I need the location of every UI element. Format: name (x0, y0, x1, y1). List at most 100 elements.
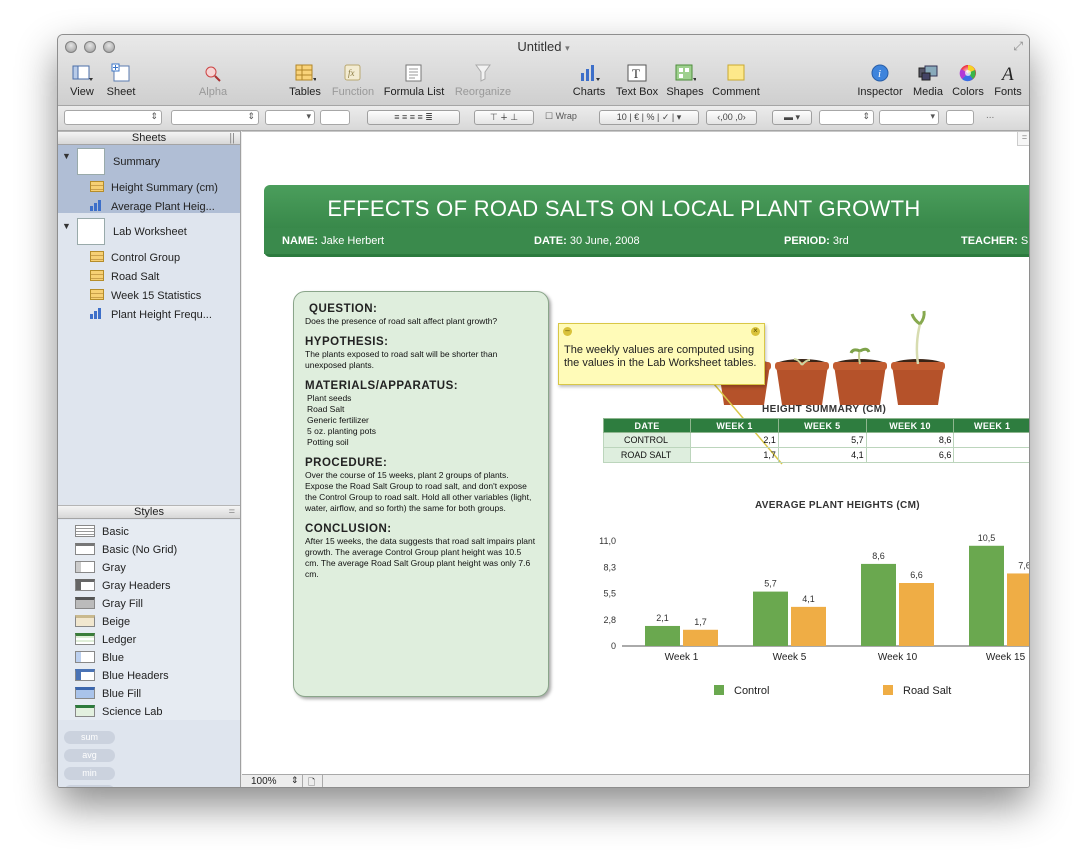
sidebar-item-average-plant-height[interactable]: Average Plant Heig... (90, 200, 215, 213)
sheet-thumbnail-icon (77, 148, 105, 175)
fonts-button[interactable]: A Fonts (990, 63, 1026, 98)
split-view-icon[interactable]: = (1017, 132, 1029, 146)
list-item: Road Salt (307, 404, 345, 414)
alpha-button[interactable]: Alpha (193, 63, 233, 98)
view-button[interactable]: View (64, 63, 100, 98)
more-format-options[interactable]: ... (986, 110, 994, 121)
column-header[interactable]: WEEK 5 (777, 418, 867, 433)
style-basic[interactable]: Basic (75, 525, 129, 538)
comment-button[interactable]: Comment (710, 63, 762, 98)
sidebar-item-height-summary[interactable]: Height Summary (cm) (90, 181, 218, 194)
column-header[interactable]: DATE (602, 418, 692, 433)
style-basic-no-grid[interactable]: Basic (No Grid) (75, 543, 177, 556)
border-color-popup[interactable]: ▾ (879, 110, 939, 125)
text-box-button[interactable]: T Text Box (613, 63, 661, 98)
vertical-alignment-buttons[interactable]: ⊤ ∔ ⊥ (474, 110, 534, 125)
close-comment-icon[interactable]: × (751, 327, 760, 336)
style-beige[interactable]: Beige (75, 615, 130, 628)
collapse-comment-icon[interactable]: – (563, 327, 572, 336)
number-format-buttons[interactable]: 10 | € | % | ✓ | ▾ (599, 110, 699, 125)
column-header[interactable]: WEEK 1 (690, 418, 779, 433)
table-cell[interactable]: 4,1 (777, 447, 867, 463)
font-family-popup[interactable]: ⇕ (171, 110, 259, 125)
document-title: EFFECTS OF ROAD SALTS ON LOCAL PLANT GRO… (327, 196, 921, 221)
decimal-buttons[interactable]: ‹,00 ,0› (706, 110, 757, 125)
legend-swatch (714, 685, 724, 695)
table-cell[interactable]: 6,6 (865, 447, 955, 463)
disclosure-triangle-icon[interactable]: ▼ (62, 151, 71, 161)
title-banner[interactable]: EFFECTS OF ROAD SALTS ON LOCAL PLANT GRO… (264, 185, 1029, 257)
sidebar-item-plant-height-frequency[interactable]: Plant Height Frequ... (90, 308, 212, 321)
media-button[interactable]: Media (910, 63, 946, 98)
column-header[interactable]: WEEK 10 (865, 418, 955, 433)
table-cell[interactable]: 8,6 (865, 432, 955, 448)
list-item: Potting soil (307, 437, 349, 447)
procedure-heading: PROCEDURE: (305, 457, 388, 469)
inspector-button[interactable]: i Inspector (856, 63, 904, 98)
function-max[interactable]: max (64, 785, 115, 787)
style-blue-fill[interactable]: Blue Fill (75, 687, 141, 700)
fullscreen-icon[interactable]: ⤢ (1013, 39, 1023, 54)
page-view-icon[interactable]: 🗋 (308, 775, 315, 787)
style-science-lab[interactable]: Science Lab (75, 705, 163, 718)
procedure-text: Over the course of 15 weeks, plant 2 gro… (305, 470, 532, 513)
sheet-button[interactable]: Sheet (102, 63, 140, 98)
alignment-buttons[interactable]: ≡ ≡ ≡ ≡ ≣ (367, 110, 460, 125)
function-avg[interactable]: avg (64, 749, 115, 762)
colors-button[interactable]: Colors (948, 63, 988, 98)
table-header-row: DATE WEEK 1 WEEK 5 WEEK 10 WEEK 1 (602, 418, 1029, 433)
style-gray-fill[interactable]: Gray Fill (75, 597, 143, 610)
function-button[interactable]: fx Function (330, 63, 376, 98)
hypothesis-text: The plants exposed to road salt will be … (305, 349, 498, 370)
legend-label: Control (734, 685, 769, 697)
table-cell[interactable] (953, 447, 1029, 463)
table-cell[interactable]: 2,1 (690, 432, 779, 448)
tables-button[interactable]: Tables (287, 63, 323, 98)
fill-color-well[interactable] (946, 110, 974, 125)
list-item: Generic fertilizer (307, 415, 369, 425)
sidebar-item-road-salt[interactable]: Road Salt (90, 270, 159, 283)
banner-meta-row: NAME: Jake Herbert DATE: 30 June, 2008 P… (264, 228, 1029, 254)
style-blue-headers[interactable]: Blue Headers (75, 669, 169, 682)
bar-road-salt (683, 629, 718, 646)
pot-4 (891, 310, 945, 405)
shapes-button[interactable]: Shapes (665, 63, 705, 98)
zoom-stepper-icon[interactable]: ⇕ (291, 775, 299, 786)
wrap-checkbox[interactable]: ☐ Wrap (545, 111, 577, 122)
border-width-popup[interactable]: ⇕ (819, 110, 874, 125)
height-summary-table[interactable]: DATE WEEK 1 WEEK 5 WEEK 10 WEEK 1 CONTRO… (602, 418, 1029, 463)
x-tick-label: Week 10 (878, 652, 918, 663)
function-min[interactable]: min (64, 767, 115, 780)
comment-note[interactable]: – × The weekly values are computed using… (558, 323, 765, 385)
table-cell[interactable]: 1,7 (690, 447, 779, 463)
charts-button[interactable]: Charts (570, 63, 608, 98)
formula-list-button[interactable]: Formula List (383, 63, 445, 98)
disclosure-triangle-icon[interactable]: ▼ (62, 221, 71, 231)
sidebar-item-control-group[interactable]: Control Group (90, 251, 180, 264)
table-cell[interactable]: 5,7 (777, 432, 867, 448)
sheet-thumbnail-icon (77, 218, 105, 245)
lab-report-text-box[interactable]: QUESTION: Does the presence of road salt… (293, 291, 549, 697)
average-plant-heights-chart[interactable]: 0 2,8 5,5 8,3 11,0 2,1 1,7 Week 1 5,7 4,1 Week 5 8,… (582, 502, 1030, 722)
table-cell[interactable] (953, 432, 1029, 448)
text-color-well[interactable] (320, 110, 350, 125)
materials-heading: MATERIALS/APPARATUS: (305, 380, 459, 392)
reorganize-button[interactable]: Reorganize (452, 63, 514, 98)
font-size-popup[interactable]: ▾ (265, 110, 315, 125)
style-gray[interactable]: Gray (75, 561, 126, 574)
style-gray-headers[interactable]: Gray Headers (75, 579, 170, 592)
function-sum[interactable]: sum (64, 731, 115, 744)
table-icon (294, 63, 317, 83)
cell-border-popup[interactable]: ▬ ▾ (772, 110, 812, 125)
row-label[interactable]: CONTROL (602, 432, 692, 448)
style-popup[interactable]: ⇕ (64, 110, 162, 125)
document-canvas[interactable]: = EFFECTS OF ROAD SALTS ON LOCAL PLANT G… (242, 131, 1030, 774)
legend-swatch (883, 685, 893, 695)
column-header[interactable]: WEEK 1 (953, 418, 1029, 433)
window-title[interactable]: Untitled ▾ (58, 39, 1029, 54)
style-ledger[interactable]: Ledger (75, 633, 136, 646)
row-label[interactable]: ROAD SALT (602, 447, 692, 463)
zoom-level[interactable]: 100% (251, 776, 277, 787)
style-blue[interactable]: Blue (75, 651, 124, 664)
sidebar-item-week-15-statistics[interactable]: Week 15 Statistics (90, 289, 201, 302)
